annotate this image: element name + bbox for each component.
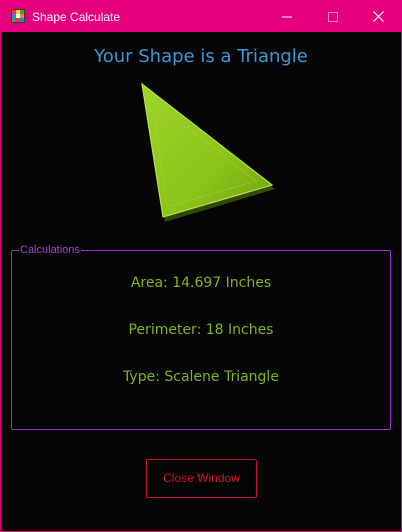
minimize-button[interactable] — [264, 1, 310, 32]
window-title: Shape Calculate — [32, 10, 121, 24]
close-window-button[interactable]: Close Window — [146, 459, 257, 498]
calculations-legend: Calculations — [19, 243, 81, 257]
app-icon — [11, 9, 25, 23]
area-label: Area: 14.697 Inches — [130, 275, 272, 291]
app-window: Shape Calculate Your Shape is a Triangle — [0, 0, 402, 532]
close-icon — [372, 11, 384, 22]
maximize-button[interactable] — [310, 1, 356, 32]
close-button[interactable] — [355, 1, 401, 32]
perimeter-label: Perimeter: 18 Inches — [128, 322, 274, 338]
triangle-icon — [141, 82, 275, 222]
title-bar[interactable]: Shape Calculate — [1, 1, 401, 32]
type-label: Type: Scalene Triangle — [123, 369, 279, 385]
minimize-icon — [282, 16, 292, 17]
shape-heading: Your Shape is a Triangle — [94, 46, 308, 67]
maximize-icon — [328, 11, 338, 22]
